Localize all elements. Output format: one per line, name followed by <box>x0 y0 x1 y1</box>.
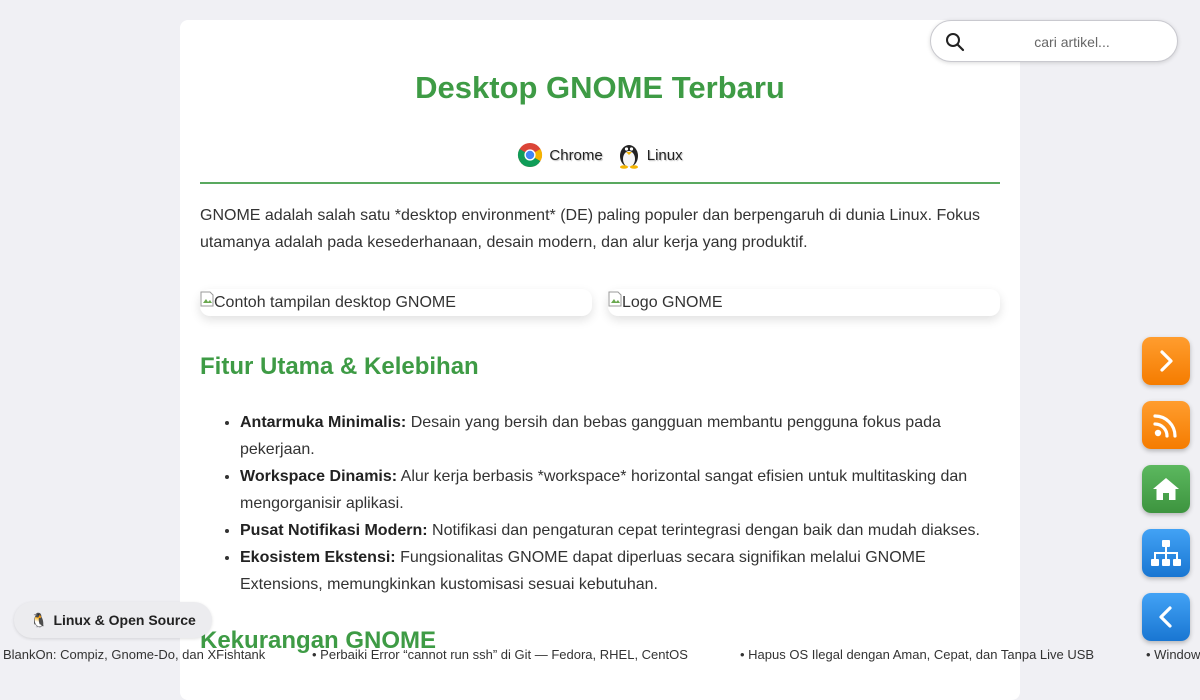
image-row: Contoh tampilan desktop GNOME Logo GNOME <box>200 289 1000 316</box>
ticker-item[interactable]: • Perbaiki Error “cannot run ssh” di Git… <box>312 647 688 662</box>
search-input[interactable] <box>975 29 1169 55</box>
sitemap-button[interactable] <box>1142 529 1190 577</box>
ticker-item[interactable]: • Window <box>1146 647 1200 662</box>
search-box[interactable] <box>930 20 1178 62</box>
article-card: Desktop GNOME Terbaru Chrome Linux GNOME… <box>180 20 1020 700</box>
rss-icon <box>1153 414 1177 438</box>
gnome-logo-image: Logo GNOME <box>608 289 1000 316</box>
feature-term: Ekosistem Ekstensi: <box>240 549 396 566</box>
feature-desc: Notifikasi dan pengaturan cepat terinteg… <box>427 522 980 539</box>
features-list: Antarmuka Minimalis: Desain yang bersih … <box>200 409 1000 598</box>
tux-penguin-icon <box>619 145 638 169</box>
tag-chrome[interactable]: Chrome <box>517 142 603 168</box>
features-heading: Fitur Utama & Kelebihan <box>200 353 479 380</box>
tag-label: Linux <box>646 146 683 164</box>
home-button[interactable] <box>1142 465 1190 513</box>
chevron-left-icon <box>1159 606 1172 628</box>
intro-paragraph: GNOME adalah salah satu *desktop environ… <box>200 207 981 251</box>
broken-image-icon <box>608 291 622 306</box>
broken-image-icon <box>200 291 214 306</box>
sitemap-icon <box>1151 540 1181 566</box>
page-title: Desktop GNOME Terbaru <box>415 70 785 105</box>
tag-label: Chrome <box>549 146 603 164</box>
back-button[interactable] <box>1142 593 1190 641</box>
search-icon[interactable] <box>945 32 965 52</box>
category-badge[interactable]: 🐧 Linux & Open Source <box>14 602 212 638</box>
feature-term: Antarmuka Minimalis: <box>240 414 407 431</box>
list-item: Antarmuka Minimalis: Desain yang bersih … <box>240 409 1000 463</box>
rss-button[interactable] <box>1142 401 1190 449</box>
list-item: Workspace Dinamis: Alur kerja berbasis *… <box>240 463 1000 517</box>
home-icon <box>1153 478 1179 500</box>
feature-term: Pusat Notifikasi Modern: <box>240 522 428 539</box>
feature-term: Workspace Dinamis: <box>240 468 398 485</box>
desktop-screenshot-image: Contoh tampilan desktop GNOME <box>200 289 592 316</box>
ticker-item[interactable]: BlankOn: Compiz, Gnome-Do, dan XFishtank <box>3 647 265 662</box>
tag-row: Chrome Linux <box>200 140 1000 170</box>
penguin-icon: 🐧 <box>30 611 48 628</box>
list-item: Pusat Notifikasi Modern: Notifikasi dan … <box>240 517 1000 544</box>
image-alt-text: Contoh tampilan desktop GNOME <box>214 293 456 311</box>
news-ticker: BlankOn: Compiz, Gnome-Do, dan XFishtank… <box>0 645 1200 665</box>
ticker-item[interactable]: • Hapus OS Ilegal dengan Aman, Cepat, da… <box>740 647 1094 662</box>
next-button[interactable] <box>1142 337 1190 385</box>
image-alt-text: Logo GNOME <box>622 293 723 311</box>
badge-label: Linux & Open Source <box>53 612 196 628</box>
tag-linux[interactable]: Linux <box>617 141 683 169</box>
chevron-right-icon <box>1160 350 1173 372</box>
list-item: Ekosistem Ekstensi: Fungsionalitas GNOME… <box>240 544 1000 598</box>
title-divider <box>200 182 1000 184</box>
chrome-icon <box>518 143 543 168</box>
